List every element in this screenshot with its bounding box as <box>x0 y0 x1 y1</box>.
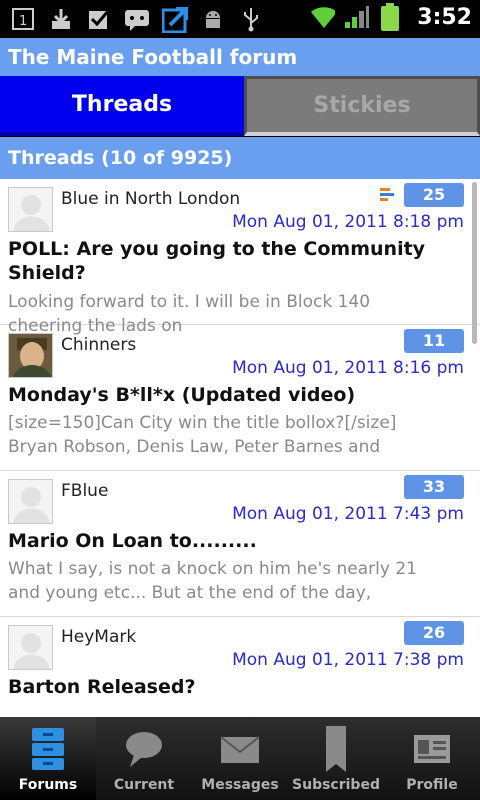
profile-icon <box>412 727 452 771</box>
nav-label: Subscribed <box>292 777 380 793</box>
thread-author: Blue in North London <box>61 189 241 209</box>
nav-label: Profile <box>406 777 458 793</box>
usb-icon <box>238 5 264 33</box>
avatar <box>8 625 53 670</box>
avatar <box>8 333 53 378</box>
wifi-icon <box>309 3 336 31</box>
thread-title: POLL: Are you going to the Community Shi… <box>8 238 426 284</box>
thread-preview-line: Looking forward to it. I will be in Bloc… <box>8 292 371 312</box>
reply-count-badge: 11 <box>404 329 464 353</box>
reply-count-badge: 33 <box>404 475 464 499</box>
nav-label: Forums <box>18 777 78 793</box>
nav-forums[interactable]: Forums <box>0 717 96 800</box>
thread-author: HeyMark <box>61 627 137 647</box>
thread-list[interactable]: Blue in North London 25 Mon Aug 01, 2011… <box>0 179 480 717</box>
bottom-nav: Forums Current Messages Subscribed Profi… <box>0 717 480 800</box>
sms-icon <box>124 5 150 33</box>
tab-bar: Threads Stickies <box>0 76 480 136</box>
poll-icon <box>380 187 396 203</box>
avatar <box>8 187 53 232</box>
current-icon <box>124 727 164 771</box>
thread-item[interactable]: HeyMark 26 Mon Aug 01, 2011 7:38 pm Bart… <box>0 617 480 717</box>
thread-item[interactable]: FBlue 33 Mon Aug 01, 2011 7:43 pm Mario … <box>0 471 480 617</box>
reply-count-badge: 25 <box>404 183 464 207</box>
reply-count-badge: 26 <box>404 621 464 645</box>
nav-current[interactable]: Current <box>96 717 192 800</box>
thread-item[interactable]: Blue in North London 25 Mon Aug 01, 2011… <box>0 179 480 336</box>
thread-preview-line: Bryan Robson, Denis Law, Peter Barnes an… <box>8 437 381 457</box>
nav-label: Messages <box>201 777 279 793</box>
system-icons: 3:52 <box>309 3 472 31</box>
nav-subscribed[interactable]: Subscribed <box>288 717 384 800</box>
update-arrow-icon <box>162 5 188 33</box>
svg-text:1: 1 <box>19 14 27 29</box>
threads-count-header: Threads (10 of 9925) <box>0 137 480 179</box>
battery-icon <box>377 3 403 31</box>
clock: 3:52 <box>417 4 472 30</box>
signal-icon <box>343 3 370 31</box>
thread-author: FBlue <box>61 481 109 501</box>
checkbox-icon <box>86 5 112 33</box>
forum-title: The Maine Football forum <box>0 38 480 76</box>
thread-date: Mon Aug 01, 2011 7:43 pm <box>232 504 464 524</box>
thread-author: Chinners <box>61 335 137 355</box>
thread-preview-line: What I say, is not a knock on him he's n… <box>8 559 417 579</box>
status-bar: 1 3:52 <box>0 0 480 38</box>
thread-preview-line: and young etc... But at the end of the d… <box>8 583 372 603</box>
forums-icon <box>28 727 68 771</box>
subscribed-icon <box>316 726 356 772</box>
nav-messages[interactable]: Messages <box>192 717 288 800</box>
thread-date: Mon Aug 01, 2011 8:18 pm <box>232 212 464 232</box>
thread-date: Mon Aug 01, 2011 8:16 pm <box>232 358 464 378</box>
android-icon <box>200 5 226 33</box>
tab-threads[interactable]: Threads <box>0 76 244 136</box>
thread-preview-line: [size=150]Can City win the title bollox?… <box>8 413 397 433</box>
thread-item[interactable]: Chinners 11 Mon Aug 01, 2011 8:16 pm Mon… <box>0 325 480 471</box>
download-icon <box>48 5 74 33</box>
nav-label: Current <box>113 777 175 793</box>
thread-date: Mon Aug 01, 2011 7:38 pm <box>232 650 464 670</box>
thread-title: Monday's B*ll*x (Updated video) <box>8 384 356 406</box>
tab-stickies[interactable]: Stickies <box>244 76 480 136</box>
thread-title: Mario On Loan to......... <box>8 530 257 552</box>
sim-1-icon: 1 <box>10 5 36 33</box>
nav-profile[interactable]: Profile <box>384 717 480 800</box>
notification-icons: 1 <box>10 5 264 33</box>
messages-icon <box>220 727 260 771</box>
list-scrollbar[interactable] <box>472 182 477 344</box>
avatar <box>8 479 53 524</box>
thread-title: Barton Released? <box>8 676 196 698</box>
